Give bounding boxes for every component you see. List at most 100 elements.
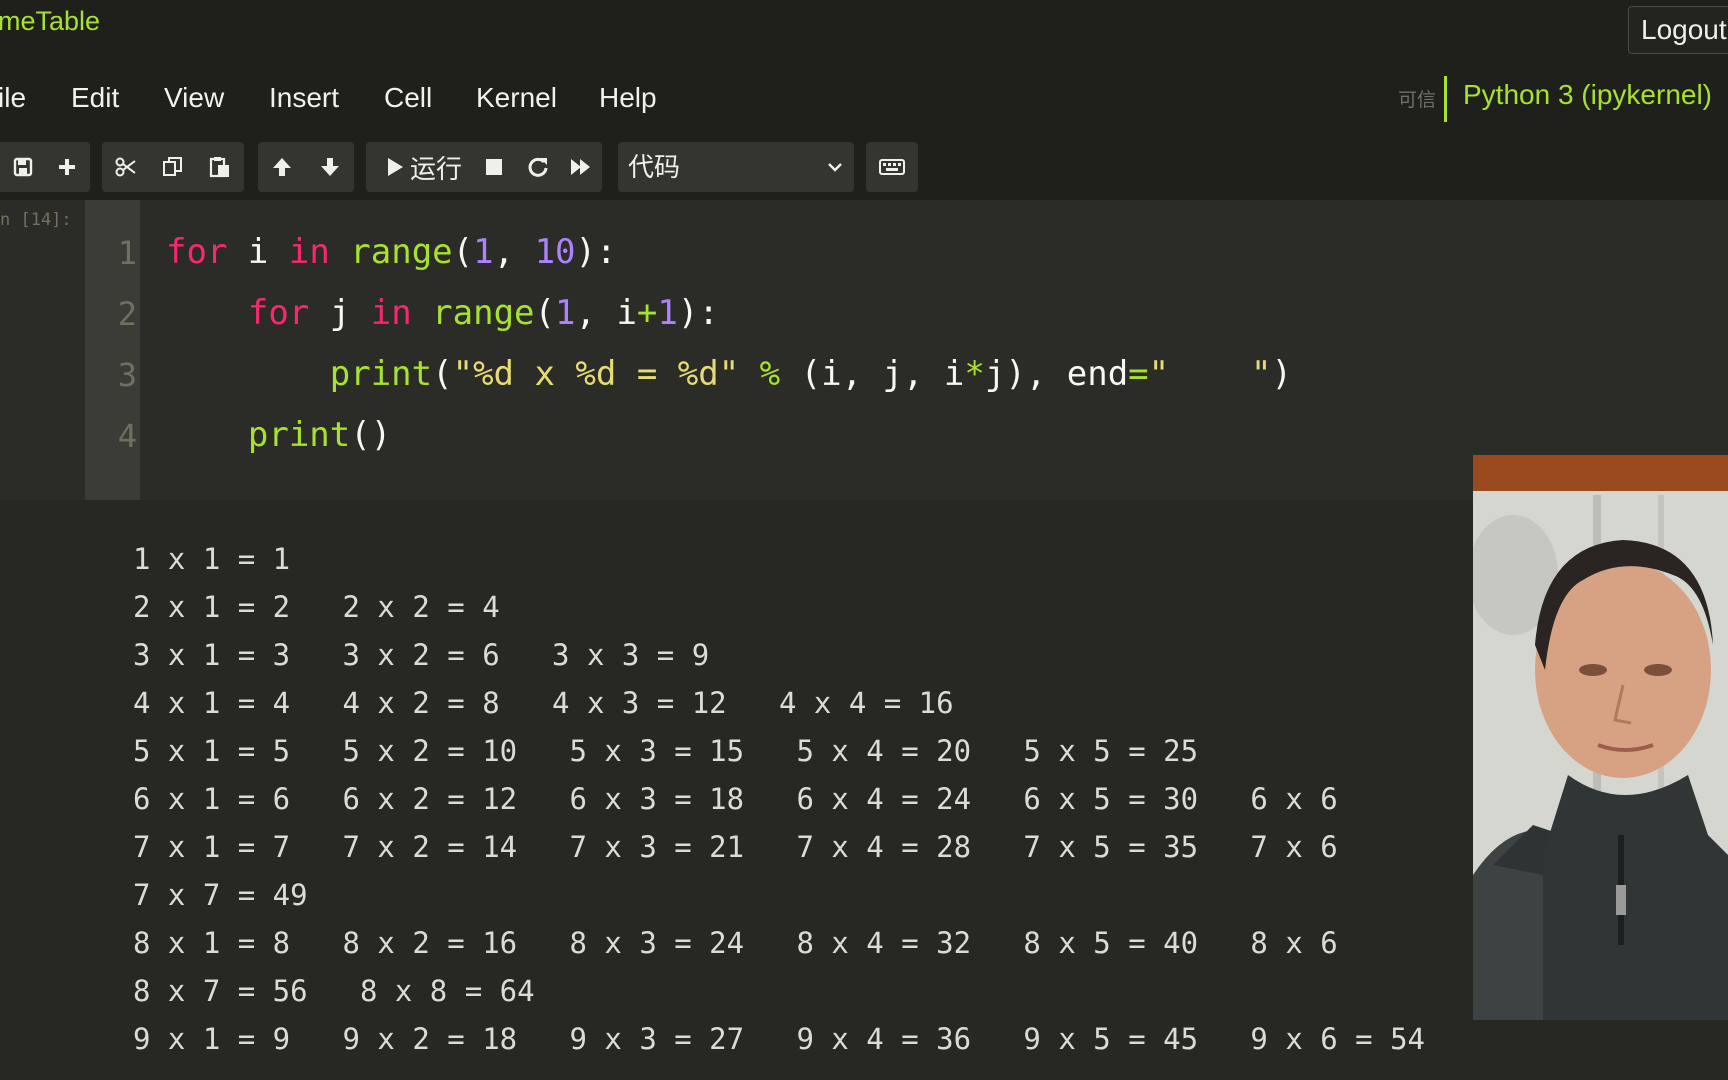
arrow-up-icon: [273, 158, 291, 176]
plus-icon: [59, 159, 75, 175]
code-token: 1: [473, 232, 494, 272]
code-token: in: [288, 232, 330, 272]
code-line[interactable]: for i in range(1, 10):: [166, 232, 616, 272]
code-line[interactable]: print(): [166, 415, 391, 455]
code-cell[interactable]: n [14]: 1 2 3 4 for i in range(1, 10): f…: [0, 200, 1728, 500]
output-line: 3 x 1 = 3 3 x 2 = 6 3 x 3 = 9: [133, 638, 710, 672]
run-label: 运行: [409, 153, 462, 184]
webcam-overlay: [1473, 455, 1728, 1020]
code-token: %: [759, 354, 781, 394]
code-token: 1: [657, 293, 678, 333]
insert-cell-button[interactable]: [44, 142, 90, 192]
code-token: (i, j, i: [780, 354, 965, 394]
arrow-down-icon: [321, 158, 339, 176]
code-token: =: [1128, 354, 1149, 394]
output-line: 2 x 1 = 2 2 x 2 = 4: [133, 590, 500, 624]
code-token: ,: [493, 232, 535, 272]
code-token: j: [309, 293, 371, 333]
code-token: print: [247, 415, 351, 455]
menu-cell[interactable]: Cell: [384, 82, 432, 114]
output-line: 4 x 1 = 4 4 x 2 = 8 4 x 3 = 12 4 x 4 = 1…: [133, 686, 954, 720]
line-number: 1: [117, 234, 137, 272]
cell-type-select[interactable]: 代码: [618, 142, 854, 192]
save-button[interactable]: [0, 142, 48, 192]
output-line: 6 x 1 = 6 6 x 2 = 12 6 x 3 = 18 6 x 4 = …: [133, 782, 1338, 816]
copy-button[interactable]: [150, 142, 196, 192]
restart-icon: [528, 157, 548, 177]
code-token: ): [1271, 354, 1292, 394]
output-line: 5 x 1 = 5 5 x 2 = 10 5 x 3 = 15 5 x 4 = …: [133, 734, 1199, 768]
toolbar: 运行 代码: [0, 136, 1728, 200]
cut-button[interactable]: [102, 142, 150, 192]
code-token: (: [432, 354, 453, 394]
cell-type-value: 代码: [628, 152, 681, 182]
paste-button[interactable]: [196, 142, 244, 192]
code-line[interactable]: print("%d x %d = %d" % (i, j, i*j), end=…: [166, 354, 1292, 394]
paste-icon: [209, 157, 229, 178]
code-token: range: [350, 232, 453, 272]
save-icon: [13, 157, 33, 177]
code-token: print: [329, 354, 433, 394]
move-down-button[interactable]: [306, 142, 354, 192]
chevron-down-icon: [828, 163, 842, 172]
code-token: "%d x %d = %d": [452, 354, 740, 394]
menu-view[interactable]: View: [164, 82, 224, 114]
output-line: 7 x 7 = 49: [133, 878, 308, 912]
edit-group: [102, 142, 244, 192]
run-button[interactable]: 运行: [378, 142, 470, 192]
menu-edit[interactable]: Edit: [71, 82, 119, 114]
code-token: 10: [534, 232, 576, 272]
cell-prompt: n [14]:: [0, 210, 72, 230]
code-token: ):: [677, 293, 719, 333]
kernel-name[interactable]: Python 3 (ipykernel): [1463, 79, 1712, 111]
code-token: 1: [555, 293, 576, 333]
code-token: i: [227, 232, 289, 272]
output-line: 9 x 1 = 9 9 x 2 = 18 9 x 3 = 27 9 x 4 = …: [133, 1022, 1426, 1056]
keyboard-icon: [879, 159, 905, 175]
output-line: 1 x 1 = 1: [133, 542, 291, 576]
interrupt-button[interactable]: [472, 142, 516, 192]
move-up-button[interactable]: [258, 142, 306, 192]
menu-kernel[interactable]: Kernel: [476, 82, 557, 114]
logout-button[interactable]: Logout: [1628, 6, 1728, 54]
code-token: , i: [575, 293, 637, 333]
code-token: for: [166, 232, 228, 272]
trusted-indicator[interactable]: 可信: [1398, 85, 1436, 112]
code-token: (: [534, 293, 556, 333]
move-group: [258, 142, 354, 192]
code-token: for: [247, 293, 310, 333]
insert-group: [44, 142, 90, 192]
menu-help[interactable]: Help: [599, 82, 657, 114]
command-palette-button[interactable]: [866, 142, 918, 192]
code-token: +: [636, 293, 658, 333]
copy-icon: [163, 157, 182, 176]
stop-icon: [486, 159, 502, 175]
menubar: ile Edit View Insert Cell Kernel Help 可信…: [0, 58, 1728, 138]
menu-file[interactable]: ile: [0, 82, 26, 114]
presenter-video: [1473, 455, 1728, 1020]
code-token: (): [350, 415, 392, 455]
menu-insert[interactable]: Insert: [269, 82, 339, 114]
kernel-separator: [1444, 76, 1447, 122]
code-token: *: [964, 354, 985, 394]
fast-forward-icon: [571, 159, 590, 175]
line-number: 2: [117, 295, 137, 333]
code-token: in: [370, 293, 412, 333]
line-number: 3: [117, 356, 137, 394]
restart-run-all-button[interactable]: [560, 142, 602, 192]
keyboard-group: [866, 142, 918, 192]
cell-output: 1 x 1 = 1 2 x 1 = 2 2 x 2 = 4 3 x 1 = 3 …: [0, 500, 1728, 1080]
code-token: (: [452, 232, 474, 272]
code-line[interactable]: for j in range(1, i+1):: [166, 293, 719, 333]
code-token: range: [432, 293, 535, 333]
restart-button[interactable]: [516, 142, 560, 192]
line-number: 4: [117, 417, 137, 455]
notebook-title[interactable]: meTable: [0, 6, 100, 37]
code-token: ):: [575, 232, 617, 272]
